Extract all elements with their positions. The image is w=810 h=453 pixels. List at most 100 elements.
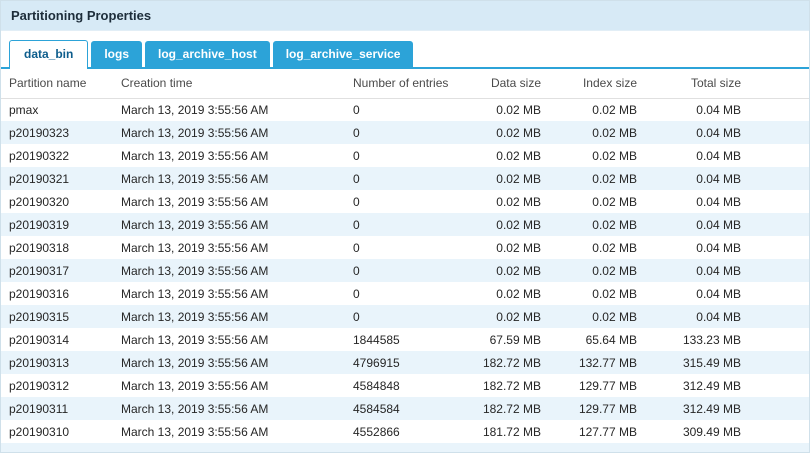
panel-title: Partitioning Properties (1, 1, 809, 31)
table-cell: 182.72 MB (465, 397, 549, 420)
table-cell: 0 (345, 167, 465, 190)
table-cell: 0 (345, 259, 465, 282)
table-cell: 0.02 MB (465, 167, 549, 190)
table-row[interactable]: pmaxMarch 13, 2019 3:55:56 AM00.02 MB0.0… (1, 98, 810, 121)
table-cell: 0 (345, 190, 465, 213)
table-cell: p20190314 (1, 328, 113, 351)
table-cell: 0.02 MB (465, 282, 549, 305)
table-cell (1, 443, 113, 453)
table-row-partial (1, 443, 810, 453)
table-cell-filler (749, 282, 810, 305)
table-cell: March 13, 2019 3:55:56 AM (113, 397, 345, 420)
table-row[interactable]: p20190310March 13, 2019 3:55:56 AM455286… (1, 420, 810, 443)
table-cell-filler (749, 420, 810, 443)
table-cell: 309.49 MB (645, 420, 749, 443)
table-row[interactable]: p20190312March 13, 2019 3:55:56 AM458484… (1, 374, 810, 397)
table-cell: 181.72 MB (465, 420, 549, 443)
table-cell: 0.02 MB (549, 144, 645, 167)
partitions-table: Partition name Creation time Number of e… (1, 69, 810, 453)
table-cell: 0.02 MB (465, 305, 549, 328)
table-cell-filler (749, 98, 810, 121)
table-cell: March 13, 2019 3:55:56 AM (113, 213, 345, 236)
table-cell: March 13, 2019 3:55:56 AM (113, 374, 345, 397)
table-cell: p20190322 (1, 144, 113, 167)
table-cell (345, 443, 465, 453)
tab-data-bin[interactable]: data_bin (9, 40, 88, 69)
table-cell: 0.02 MB (549, 121, 645, 144)
table-cell: p20190319 (1, 213, 113, 236)
table-cell: 0.02 MB (465, 236, 549, 259)
table-cell-filler (749, 351, 810, 374)
table-cell: 0.02 MB (549, 305, 645, 328)
table-cell: March 13, 2019 3:55:56 AM (113, 236, 345, 259)
table-row[interactable]: p20190321March 13, 2019 3:55:56 AM00.02 … (1, 167, 810, 190)
column-header-creation-time: Creation time (113, 69, 345, 98)
table-row[interactable]: p20190322March 13, 2019 3:55:56 AM00.02 … (1, 144, 810, 167)
table-cell-filler (749, 167, 810, 190)
table-cell: p20190312 (1, 374, 113, 397)
table-cell: 0 (345, 144, 465, 167)
table-cell-filler (749, 259, 810, 282)
table-body: pmaxMarch 13, 2019 3:55:56 AM00.02 MB0.0… (1, 98, 810, 453)
table-cell: 0.04 MB (645, 259, 749, 282)
table-cell: 312.49 MB (645, 397, 749, 420)
table-cell: 0.04 MB (645, 121, 749, 144)
table-cell-filler (749, 305, 810, 328)
table-cell: p20190315 (1, 305, 113, 328)
table-cell: March 13, 2019 3:55:56 AM (113, 121, 345, 144)
table-cell: 4796915 (345, 351, 465, 374)
table-row[interactable]: p20190311March 13, 2019 3:55:56 AM458458… (1, 397, 810, 420)
table-cell: 0.02 MB (549, 259, 645, 282)
table-row[interactable]: p20190314March 13, 2019 3:55:56 AM184458… (1, 328, 810, 351)
table-cell: 0.02 MB (465, 98, 549, 121)
table-cell: 4584584 (345, 397, 465, 420)
table-row[interactable]: p20190319March 13, 2019 3:55:56 AM00.02 … (1, 213, 810, 236)
table-row[interactable]: p20190320March 13, 2019 3:55:56 AM00.02 … (1, 190, 810, 213)
table-cell-filler (749, 121, 810, 144)
table-cell: March 13, 2019 3:55:56 AM (113, 282, 345, 305)
table-cell: p20190320 (1, 190, 113, 213)
column-header-data-size: Data size (465, 69, 549, 98)
column-header-index-size: Index size (549, 69, 645, 98)
tab-log-archive-service[interactable]: log_archive_service (273, 41, 414, 67)
table-cell: 0.04 MB (645, 305, 749, 328)
table-row[interactable]: p20190323March 13, 2019 3:55:56 AM00.02 … (1, 121, 810, 144)
table-cell: 65.64 MB (549, 328, 645, 351)
table-cell: p20190321 (1, 167, 113, 190)
table-cell-filler (749, 190, 810, 213)
table-cell: 0 (345, 282, 465, 305)
table-row[interactable]: p20190317March 13, 2019 3:55:56 AM0 0.02 … (1, 259, 810, 282)
table-cell (113, 443, 345, 453)
partitioning-properties-panel: Partitioning Properties data_bin logs lo… (0, 0, 810, 453)
table-cell: p20190317 (1, 259, 113, 282)
table-cell: 0 (345, 98, 465, 121)
table-cell: 4584848 (345, 374, 465, 397)
table-row[interactable]: p20190315March 13, 2019 3:55:56 AM00.02 … (1, 305, 810, 328)
column-header-number-of-entries: Number of entries (345, 69, 465, 98)
tab-logs[interactable]: logs (91, 41, 142, 67)
tab-log-archive-host[interactable]: log_archive_host (145, 41, 270, 67)
table-row[interactable]: p20190316March 13, 2019 3:55:56 AM00.02 … (1, 282, 810, 305)
table-cell: 1844585 (345, 328, 465, 351)
table-cell: 0.02 MB (465, 144, 549, 167)
table-cell: 182.72 MB (465, 351, 549, 374)
table-cell: March 13, 2019 3:55:56 AM (113, 305, 345, 328)
table-cell: March 13, 2019 3:55:56 AM (113, 144, 345, 167)
column-header-filler (749, 69, 810, 98)
table-row[interactable]: p20190313March 13, 2019 3:55:56 AM479691… (1, 351, 810, 374)
table-cell: 4552866 (345, 420, 465, 443)
table-cell: 0.04 MB (645, 190, 749, 213)
table-cell: 0.02 MB (465, 190, 549, 213)
table-cell: March 13, 2019 3:55:56 AM (113, 420, 345, 443)
table-cell: 0.04 MB (645, 167, 749, 190)
table-cell: p20190316 (1, 282, 113, 305)
table-cell (465, 443, 549, 453)
table-cell: March 13, 2019 3:55:56 AM (113, 259, 345, 282)
table-row[interactable]: p20190318March 13, 2019 3:55:56 AM00.02 … (1, 236, 810, 259)
tab-bar: data_bin logs log_archive_host log_archi… (1, 31, 809, 69)
table-cell-filler (749, 213, 810, 236)
table-cell-filler (749, 397, 810, 420)
table-cell: 127.77 MB (549, 420, 645, 443)
table-cell: 0.02 MB (549, 213, 645, 236)
table-cell: 129.77 MB (549, 397, 645, 420)
